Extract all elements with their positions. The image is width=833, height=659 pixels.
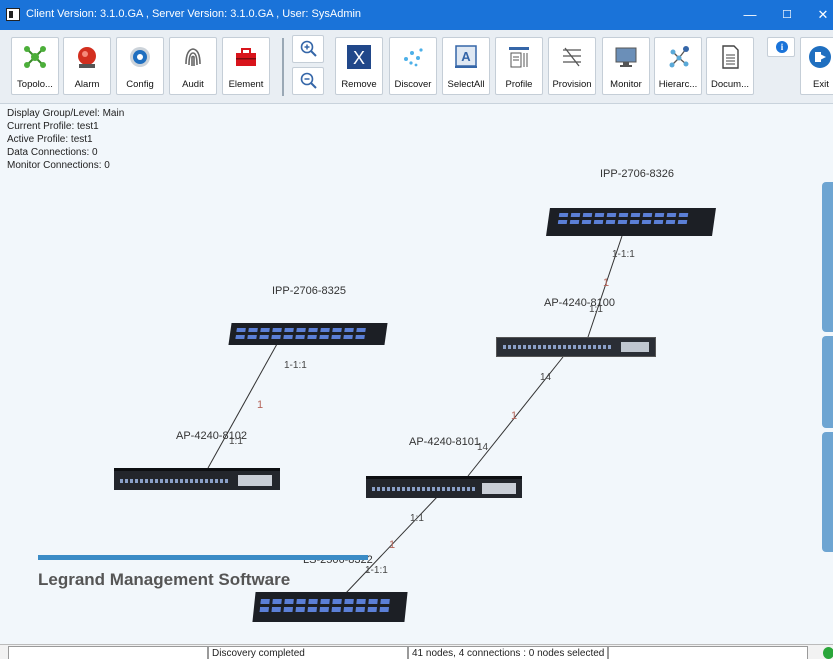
provision-icon [563, 47, 581, 67]
window-title: Client Version: 3.1.0.GA , Server Versio… [26, 8, 362, 20]
device-ap-4240-8102[interactable] [114, 468, 280, 490]
port-panel [259, 599, 390, 612]
exit-button[interactable]: Exit [800, 37, 833, 95]
profile-icon [509, 47, 529, 68]
exit-icon [809, 46, 831, 68]
port-panel [235, 328, 366, 339]
provision-button[interactable]: Provision [548, 37, 596, 95]
close-button[interactable]: ✕ [808, 5, 833, 25]
side-panel-tab[interactable] [822, 336, 833, 428]
zoom-out-icon [300, 72, 317, 89]
topology-canvas[interactable]: Display Group/Level: Main Current Profil… [0, 104, 833, 644]
device-label: AP-4240-8100 [544, 297, 615, 309]
monitor-button[interactable]: Monitor [602, 37, 650, 95]
device-ls-2506-8322[interactable] [252, 592, 408, 622]
zoom-in-icon [300, 40, 317, 57]
svg-text:A: A [461, 49, 471, 64]
remove-icon: X [347, 45, 371, 69]
port-panel [503, 345, 611, 349]
alarm-button[interactable]: Alarm [63, 37, 111, 95]
brand-name: Legrand Management Software [38, 570, 291, 589]
app-icon [6, 8, 20, 21]
side-panel-tab[interactable] [822, 182, 833, 332]
title-bar: Client Version: 3.1.0.GA , Server Versio… [0, 0, 833, 30]
port-label: 1:1 [410, 513, 424, 524]
status-summary: 41 nodes, 4 connections : 0 nodes select… [408, 646, 608, 659]
connection-status-icon [823, 647, 833, 659]
port-panel [120, 479, 230, 483]
toolbar: Topolo... Alarm Config Audit Element X R… [0, 30, 833, 104]
link-ipp8325-ap8102[interactable] [207, 343, 278, 469]
port-label: 1:1 [229, 436, 243, 447]
toolbar-separator [282, 38, 284, 96]
port-label: 14 [540, 372, 552, 383]
side-panel-tab[interactable] [822, 432, 833, 552]
fingerprint-icon [185, 48, 201, 66]
brand-bar [38, 555, 368, 560]
port-panel [372, 487, 476, 491]
link-marker: 1 [511, 410, 517, 422]
config-button[interactable]: Config [116, 37, 164, 95]
info-button[interactable]: i [767, 37, 795, 57]
profile-button[interactable]: Profile [495, 37, 543, 95]
device-label: IPP-2706-8325 [272, 285, 346, 297]
zoom-in-button[interactable] [292, 35, 324, 63]
topology-icon [24, 46, 46, 68]
svg-text:X: X [353, 48, 365, 68]
status-bar: Discovery completed 41 nodes, 4 connecti… [0, 644, 833, 659]
port-label: 1-1:1 [284, 360, 307, 371]
connection-lines: 1 1 1 1 [207, 235, 623, 595]
link-marker: 1 [603, 277, 609, 289]
port-label: 1-1:1 [612, 249, 635, 260]
info-icon: i [776, 41, 788, 53]
remove-button[interactable]: X Remove [335, 37, 383, 95]
port-panel [557, 213, 689, 224]
port-label: 1-1:1 [365, 565, 388, 576]
alarm-icon [78, 47, 96, 68]
select-all-icon: A [455, 45, 477, 68]
device-ipp-2706-8325[interactable] [228, 323, 388, 345]
uplink-ports [482, 483, 516, 494]
zoom-out-button[interactable] [292, 67, 324, 95]
status-cell [608, 646, 808, 659]
device-label: IPP-2706-8326 [600, 168, 674, 180]
discover-icon [404, 48, 423, 67]
element-button[interactable]: Element [222, 37, 270, 95]
select-all-button[interactable]: A SelectAll [442, 37, 490, 95]
monitor-icon [615, 47, 637, 67]
uplink-ports [621, 342, 649, 352]
uplink-ports [238, 475, 272, 486]
minimize-button[interactable]: — [735, 5, 765, 25]
device-ap-4240-8101[interactable] [366, 476, 522, 498]
port-label: 1:1 [589, 304, 603, 315]
status-message: Discovery completed [208, 646, 408, 659]
hierarchy-button[interactable]: Hierarc... [654, 37, 702, 95]
config-icon [130, 47, 150, 67]
maximize-button[interactable]: ☐ [772, 5, 802, 25]
link-marker: 1 [257, 399, 263, 411]
device-label: AP-4240-8101 [409, 436, 480, 448]
topology-button[interactable]: Topolo... [11, 37, 59, 95]
document-button[interactable]: Docum... [706, 37, 754, 95]
discover-button[interactable]: Discover [389, 37, 437, 95]
toolbox-icon [236, 48, 256, 66]
port-label: 14 [477, 442, 489, 453]
status-cell [8, 646, 208, 659]
hierarchy-icon [669, 46, 689, 68]
audit-button[interactable]: Audit [169, 37, 217, 95]
document-icon [722, 45, 739, 69]
device-ap-4240-8100[interactable] [496, 337, 656, 357]
link-marker: 1 [389, 539, 395, 551]
device-ipp-2706-8326[interactable] [546, 208, 716, 236]
